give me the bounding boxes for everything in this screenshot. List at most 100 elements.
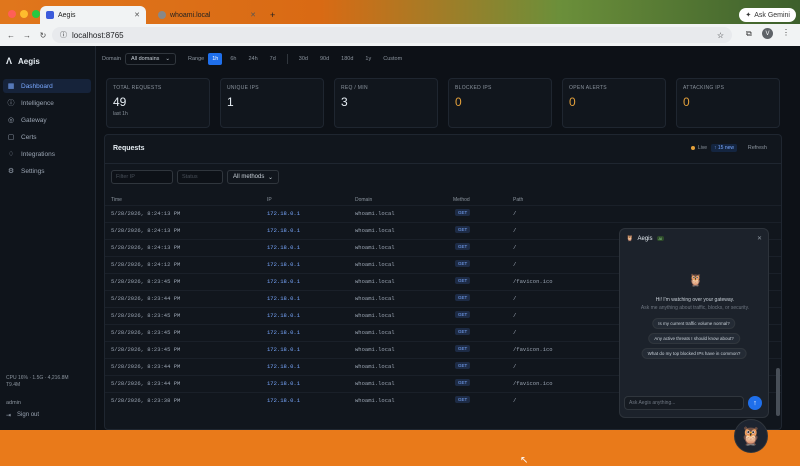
cell-ip: 172.18.0.1 (267, 261, 301, 268)
send-icon[interactable]: ↑ (748, 396, 762, 410)
method-select-value: All methods (233, 174, 265, 180)
minimize-window-icon[interactable] (20, 10, 28, 18)
range-custom-button[interactable]: Custom (379, 53, 406, 65)
owl-mascot-icon: 🦉 (688, 273, 703, 287)
column-header-method[interactable]: Method (453, 197, 470, 203)
menu-icon[interactable]: ⋮ (782, 28, 790, 37)
app-window: Λ Aegis ▦ Dashboard ⓘ Intelligence ◎ Gat… (0, 46, 800, 466)
cell-time: 5/28/2026, 8:24:13 PM (111, 227, 181, 234)
cell-time: 5/28/2026, 8:23:44 PM (111, 363, 181, 370)
browser-tab-whoami[interactable]: whoami.local ✕ (152, 6, 262, 24)
cell-time: 5/28/2026, 8:24:13 PM (111, 244, 181, 251)
cell-domain: whoami.local (355, 346, 395, 353)
sidebar-item-certs[interactable]: ▢ Certs (3, 130, 91, 144)
maximize-window-icon[interactable] (32, 10, 40, 18)
sidebar-item-label: Certs (21, 133, 37, 141)
cell-ip: 172.18.0.1 (267, 295, 301, 302)
column-header-domain[interactable]: Domain (355, 197, 372, 203)
requests-title: Requests (113, 145, 145, 152)
stat-value: 0 (683, 95, 690, 109)
filter-status-input[interactable]: Status (177, 170, 223, 184)
cell-ip: 172.18.0.1 (267, 244, 301, 251)
chat-input[interactable]: Ask Aegis anything... (624, 396, 744, 410)
refresh-button[interactable]: Refresh (748, 145, 767, 151)
brand: Λ Aegis (6, 56, 40, 66)
cell-time: 5/28/2026, 8:23:45 PM (111, 312, 181, 319)
range-7d-button[interactable]: 7d (266, 53, 280, 65)
suggestion-chip[interactable]: Any active threats I should know about? (648, 333, 740, 344)
cell-domain: whoami.local (355, 397, 395, 404)
stat-label: REQ / MIN (341, 85, 368, 91)
column-header-path[interactable]: Path (513, 197, 523, 203)
cell-domain: whoami.local (355, 380, 395, 387)
sparkle-icon: ✦ (745, 12, 752, 19)
stat-label: BLOCKED IPS (455, 85, 492, 91)
gear-icon: ⚙ (7, 168, 15, 175)
sidebar-item-gateway[interactable]: ◎ Gateway (3, 113, 91, 127)
sidebar-item-dashboard[interactable]: ▦ Dashboard (3, 79, 91, 93)
suggestion-chip[interactable]: What do my top blocked IPs have in commo… (641, 348, 747, 359)
address-bar[interactable]: ⓘ localhost:8765 ☆ (52, 27, 732, 43)
cell-ip: 172.18.0.1 (267, 346, 301, 353)
stat-card-unique-ips: UNIQUE IPS 1 (220, 78, 324, 128)
cell-domain: whoami.local (355, 261, 395, 268)
stat-card-attacking-ips: ATTACKING IPS 0 (676, 78, 780, 128)
reload-icon[interactable]: ↻ (38, 31, 48, 40)
suggestion-chip[interactable]: Is my current traffic volume normal? (652, 318, 736, 329)
cell-domain: whoami.local (355, 312, 395, 319)
table-row[interactable]: 5/28/2026, 8:24:13 PM 172.18.0.1 whoami.lo… (105, 205, 781, 221)
extensions-icon[interactable]: ⧉ (746, 29, 752, 39)
range-24h-button[interactable]: 24h (244, 53, 261, 65)
filter-ip-input[interactable]: Filter IP (111, 170, 173, 184)
aegis-assistant-button[interactable]: 🦉 (734, 419, 768, 453)
forward-icon[interactable]: → (22, 31, 32, 40)
cell-domain: whoami.local (355, 244, 395, 251)
range-90d-button[interactable]: 90d (316, 53, 333, 65)
cell-method-badge: GET (455, 209, 471, 216)
new-requests-badge[interactable]: ↑ 15 new (710, 144, 737, 152)
cell-domain: whoami.local (355, 210, 395, 217)
close-window-icon[interactable] (8, 10, 16, 18)
scrollbar[interactable] (776, 368, 780, 416)
chevron-down-icon: ⌄ (165, 56, 170, 62)
live-label: Live (697, 145, 707, 151)
range-1y-button[interactable]: 1y (361, 53, 375, 65)
new-tab-button[interactable]: + (264, 6, 278, 24)
domain-select[interactable]: All domains ⌄ (124, 53, 176, 65)
back-icon[interactable]: ← (6, 31, 16, 40)
stat-label: UNIQUE IPS (227, 85, 259, 91)
sign-out-button[interactable]: ⇥ Sign out (6, 412, 39, 419)
browser-tab-aegis[interactable]: Aegis ✕ (40, 6, 146, 24)
cell-method-badge: GET (455, 277, 471, 284)
bell-icon: ♢ (7, 151, 15, 158)
close-chat-icon[interactable]: ✕ (757, 235, 762, 242)
range-1h-button[interactable]: 1h (208, 53, 223, 65)
close-tab-icon[interactable]: ✕ (134, 11, 140, 19)
cell-domain: whoami.local (355, 295, 395, 302)
sidebar-item-integrations[interactable]: ♢ Integrations (3, 147, 91, 161)
stat-value: 49 (113, 95, 127, 109)
url-text: localhost:8765 (72, 30, 124, 40)
ask-gemini-button[interactable]: ✦ Ask Gemini (739, 8, 796, 22)
globe-icon: ◎ (7, 117, 15, 124)
close-tab-icon[interactable]: ✕ (250, 11, 256, 19)
sidebar-item-intelligence[interactable]: ⓘ Intelligence (3, 96, 91, 110)
cell-path: /favicon.ico (513, 278, 553, 285)
sign-out-label: Sign out (17, 412, 40, 418)
cell-ip: 172.18.0.1 (267, 329, 301, 336)
range-6h-button[interactable]: 6h (226, 53, 240, 65)
range-30d-button[interactable]: 30d (295, 53, 312, 65)
star-icon[interactable]: ☆ (717, 31, 724, 40)
sidebar-item-settings[interactable]: ⚙ Settings (3, 164, 91, 178)
cell-ip: 172.18.0.1 (267, 397, 301, 404)
site-info-icon[interactable]: ⓘ (60, 30, 67, 40)
cell-method-badge: GET (455, 328, 471, 335)
cell-time: 5/28/2026, 8:23:38 PM (111, 397, 181, 404)
cell-path: / (513, 329, 517, 336)
profile-avatar[interactable]: V (762, 28, 773, 39)
column-header-time[interactable]: Time (111, 197, 122, 203)
info-icon: ⓘ (7, 100, 15, 107)
method-select[interactable]: All methods ⌄ (227, 170, 279, 184)
range-180d-button[interactable]: 180d (337, 53, 357, 65)
column-header-ip[interactable]: IP (267, 197, 272, 203)
